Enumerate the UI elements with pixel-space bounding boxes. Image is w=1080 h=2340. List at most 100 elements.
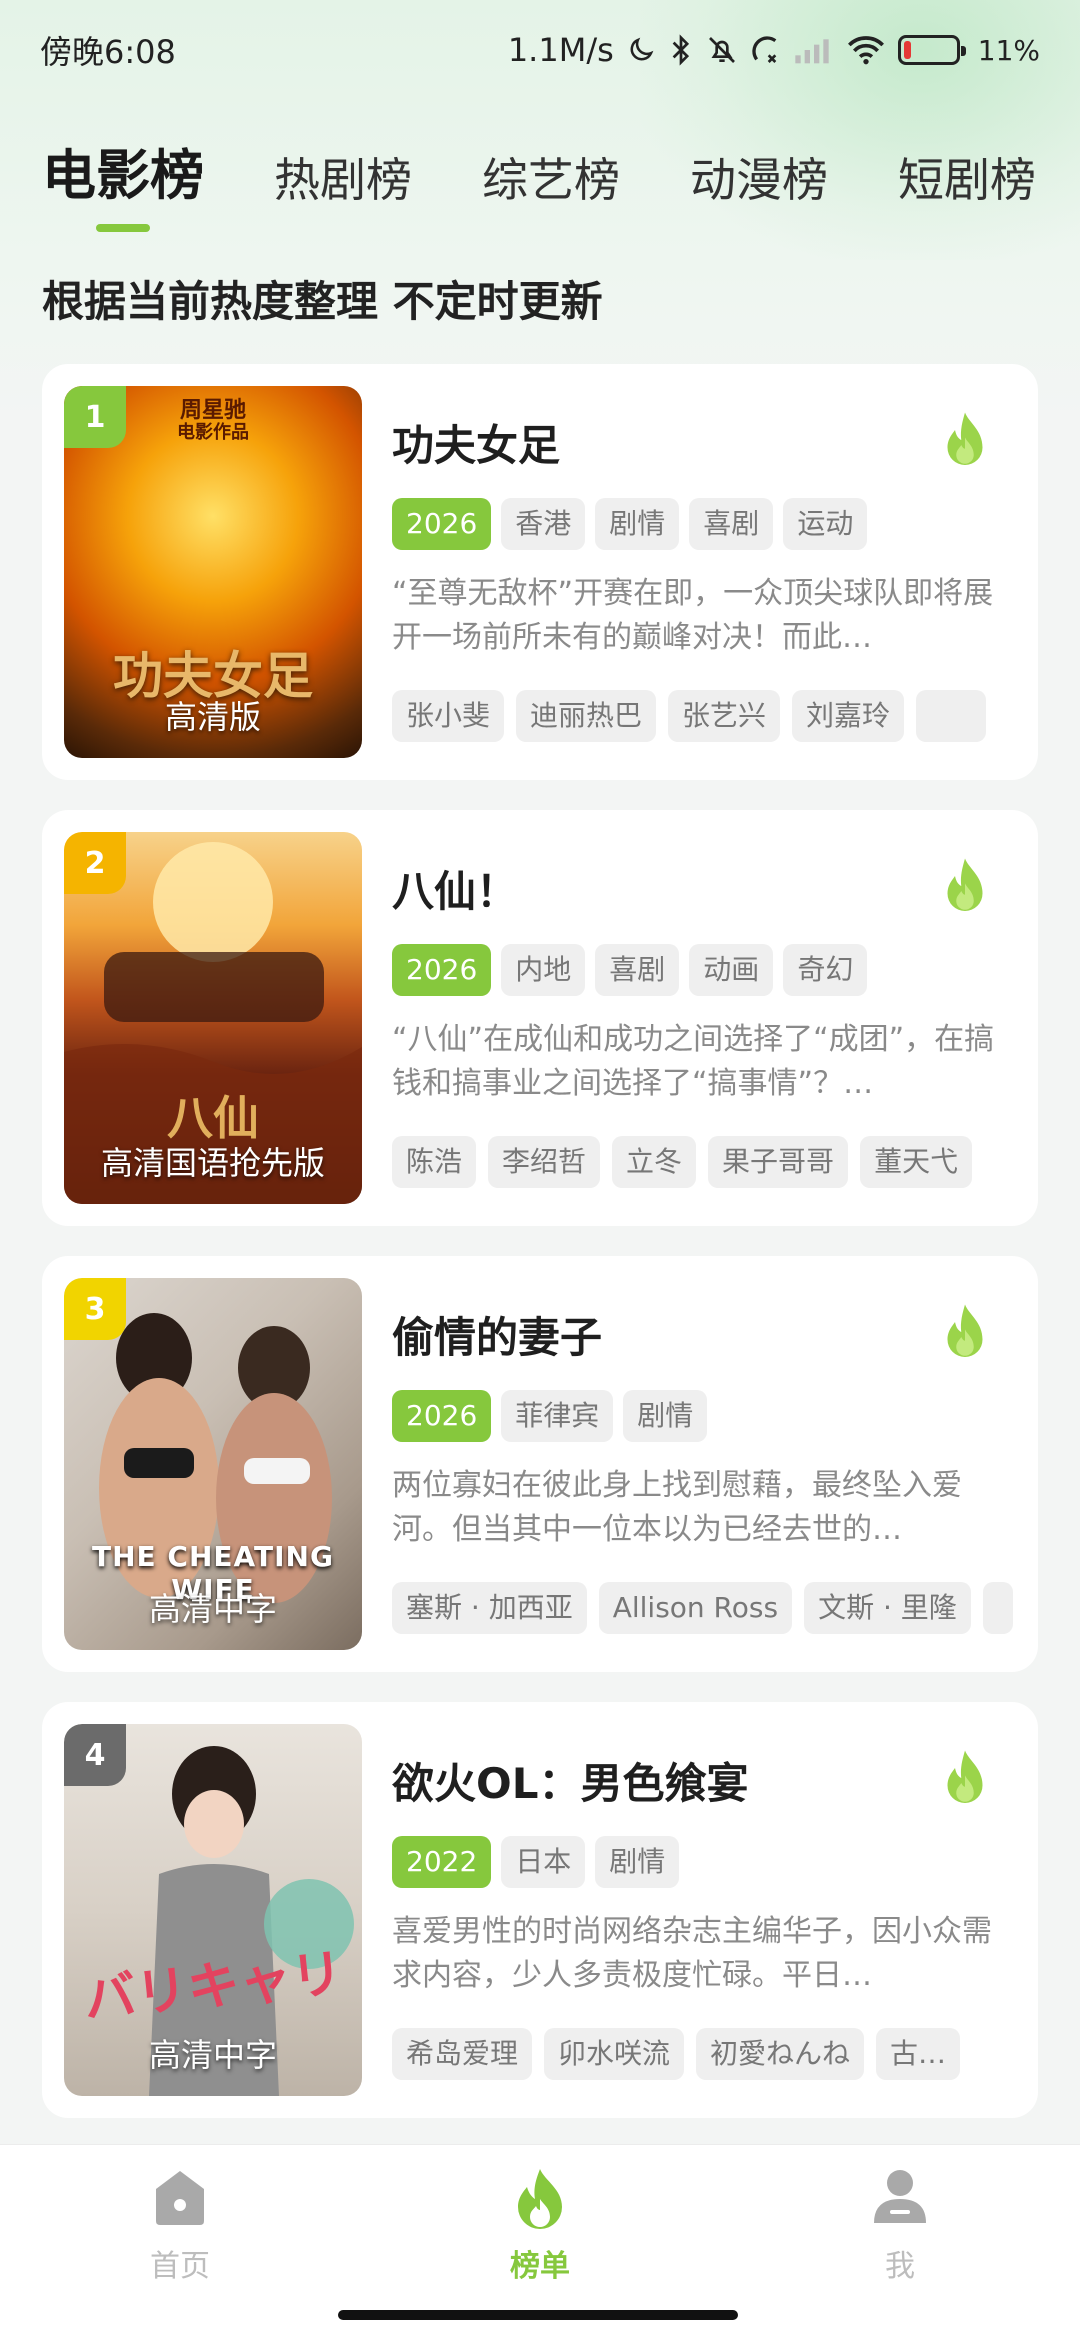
quality-label: 高清版: [164, 698, 261, 736]
cast-list: 希岛爱理 卯水咲流 初愛ねんね 古…: [392, 2028, 1016, 2080]
cast-list: 张小斐 迪丽热巴 张艺兴 刘嘉玲: [392, 690, 1016, 742]
tab-anime-rank[interactable]: 动漫榜: [690, 144, 828, 240]
card-info: 欲火OL：男色飨宴 2022 日本 剧情 喜爱男性的时尚网络杂志主编华子，因小众…: [392, 1724, 1016, 2096]
status-icons: 1.1M/s 11%: [508, 31, 1040, 69]
mute-bell-icon: [706, 34, 738, 66]
genre-tags: 2026 内地 喜剧 动画 奇幻: [392, 944, 1016, 996]
cast-tag: 陈浩: [392, 1136, 477, 1188]
wifi-icon: [846, 35, 886, 65]
card-info: 功夫女足 2026 香港 剧情 喜剧 运动 “至尊无敌杯”开赛在即，一众顶尖球队…: [392, 386, 1016, 758]
moon-icon: [626, 35, 656, 65]
genre-tag: 日本: [501, 1836, 586, 1888]
poster-image: 八仙 2 高清国语抢先版: [64, 832, 362, 1204]
genre-tag: 喜剧: [595, 944, 680, 996]
nav-label: 首页: [150, 2249, 210, 2284]
cast-tag: 古…: [876, 2028, 961, 2080]
cast-tag: [916, 690, 987, 742]
status-time: 傍晚6:08: [40, 33, 176, 71]
battery-icon: [897, 35, 966, 65]
cast-tag: [982, 1582, 1013, 1634]
ranking-card[interactable]: 八仙 2 高清国语抢先版 八仙！ 2026 内地 喜剧 动画 奇幻 “八仙”在成…: [42, 810, 1038, 1226]
nav-label: 榜单: [510, 2249, 570, 2284]
cast-tag: 文斯 · 里隆: [804, 1582, 971, 1634]
ranking-list: 周星驰 电影作品 功夫女足 1 高清版 功夫女足 2026 香港 剧情 喜剧 运…: [42, 364, 1038, 2148]
nav-profile[interactable]: 我: [800, 2165, 1000, 2340]
cast-list: 陈浩 李绍哲 立冬 果子哥哥 董天弋: [392, 1136, 1016, 1188]
genre-tag: 剧情: [595, 498, 680, 550]
tab-label: 电影榜: [42, 144, 204, 207]
tab-variety-rank[interactable]: 综艺榜: [482, 144, 620, 240]
movie-description: “八仙”在成仙和成功之间选择了“成团”，在搞钱和搞事业之间选择了“搞事情”？…: [392, 1022, 995, 1101]
genre-tag: 动画: [689, 944, 774, 996]
year-tag: 2026: [392, 1390, 492, 1442]
network-speed: 1.1M/s: [507, 31, 614, 69]
genre-tag: 运动: [783, 498, 868, 550]
cast-tag: Allison Ross: [598, 1582, 793, 1634]
genre-tags: 2022 日本 剧情: [392, 1836, 1016, 1888]
cast-tag: 果子哥哥: [708, 1136, 849, 1188]
poster-image: バリキャリ 4 高清中字: [64, 1724, 362, 2096]
profile-icon: [874, 2170, 926, 2223]
signal-icon: [794, 36, 834, 64]
year-tag: 2026: [392, 498, 492, 550]
category-tabs: 电影榜 热剧榜 综艺榜 动漫榜 短剧榜: [42, 140, 1040, 240]
cast-tag: 张艺兴: [668, 690, 781, 742]
genre-tag: 香港: [501, 498, 586, 550]
rank-badge: 4: [64, 1724, 126, 1786]
quality-label: 高清国语抢先版: [100, 1144, 325, 1182]
cast-tag: 卯水咲流: [544, 2028, 685, 2080]
card-info: 八仙！ 2026 内地 喜剧 动画 奇幻 “八仙”在成仙和成功之间选择了“成团”…: [392, 832, 1016, 1204]
quality-label: 高清中字: [148, 2036, 277, 2074]
page-subtitle: 根据当前热度整理 不定时更新: [42, 277, 603, 326]
ranking-card[interactable]: THE CHEATING WIFE 3 高清中字 偷情的妻子 2026 菲律宾 …: [42, 1256, 1038, 1672]
rank-badge: 1: [64, 386, 126, 448]
home-indicator[interactable]: [338, 2310, 738, 2320]
cast-tag: 希岛爱理: [392, 2028, 533, 2080]
nav-home[interactable]: 首页: [80, 2165, 280, 2340]
year-tag: 2022: [392, 1836, 492, 1888]
nav-label: 我: [885, 2249, 915, 2284]
movie-description: 两位寡妇在彼此身上找到慰藉，最终坠入爱河。但当其中一位本以为已经去世的…: [392, 1468, 962, 1547]
cast-tag: 刘嘉玲: [792, 690, 905, 742]
ranking-card[interactable]: 周星驰 电影作品 功夫女足 1 高清版 功夫女足 2026 香港 剧情 喜剧 运…: [42, 364, 1038, 780]
movie-description: 喜爱男性的时尚网络杂志主编华子，因小众需求内容，少人多责极度忙碌。平日…: [392, 1914, 992, 1993]
hotspot-icon: [750, 34, 782, 66]
movie-description: “至尊无敌杯”开赛在即，一众顶尖球队即将展开一场前所未有的巅峰对决！而此…: [392, 576, 994, 655]
movie-title: 八仙！: [392, 867, 519, 916]
rank-badge: 2: [64, 832, 126, 894]
genre-tags: 2026 菲律宾 剧情: [392, 1390, 1016, 1442]
genre-tag: 内地: [501, 944, 586, 996]
flame-icon: [518, 2169, 562, 2229]
tab-drama-rank[interactable]: 热剧榜: [274, 144, 412, 240]
tab-short-drama-rank[interactable]: 短剧榜: [898, 144, 1036, 240]
active-tab-indicator: [96, 224, 150, 232]
flame-icon: [947, 412, 983, 465]
poster-image: THE CHEATING WIFE 3 高清中字: [64, 1278, 362, 1650]
cast-tag: 李绍哲: [488, 1136, 601, 1188]
cast-tag: 张小斐: [392, 690, 505, 742]
flame-icon: [947, 1304, 983, 1357]
genre-tag: 剧情: [623, 1390, 708, 1442]
card-info: 偷情的妻子 2026 菲律宾 剧情 两位寡妇在彼此身上找到慰藉，最终坠入爱河。但…: [392, 1278, 1016, 1650]
tab-label: 短剧榜: [898, 153, 1036, 207]
genre-tag: 菲律宾: [501, 1390, 614, 1442]
bluetooth-icon: [668, 34, 694, 66]
tab-movie-rank[interactable]: 电影榜: [42, 131, 204, 240]
screen: 傍晚6:08 1.1M/s 11% 电影榜 热剧榜 综艺榜 动漫榜 短剧榜 根据…: [0, 0, 1080, 2340]
movie-title: 偷情的妻子: [392, 1313, 603, 1362]
movie-title: 欲火OL：男色飨宴: [392, 1759, 749, 1808]
status-bar: 傍晚6:08 1.1M/s 11%: [0, 0, 1080, 100]
tab-label: 动漫榜: [690, 153, 828, 207]
quality-label: 高清中字: [148, 1590, 277, 1628]
tab-label: 热剧榜: [274, 153, 412, 207]
poster-image: 周星驰 电影作品 功夫女足 1 高清版: [64, 386, 362, 758]
cast-tag: 立冬: [612, 1136, 697, 1188]
tab-label: 综艺榜: [482, 153, 620, 207]
genre-tag: 喜剧: [689, 498, 774, 550]
cast-tag: 迪丽热巴: [516, 690, 657, 742]
cast-tag: 塞斯 · 加西亚: [392, 1582, 587, 1634]
cast-tag: 董天弋: [860, 1136, 973, 1188]
cast-list: 塞斯 · 加西亚 Allison Ross 文斯 · 里隆: [392, 1582, 1016, 1634]
ranking-card[interactable]: バリキャリ 4 高清中字 欲火OL：男色飨宴 2022 日本 剧情 喜爱男性的时…: [42, 1702, 1038, 2118]
genre-tag: 剧情: [595, 1836, 680, 1888]
